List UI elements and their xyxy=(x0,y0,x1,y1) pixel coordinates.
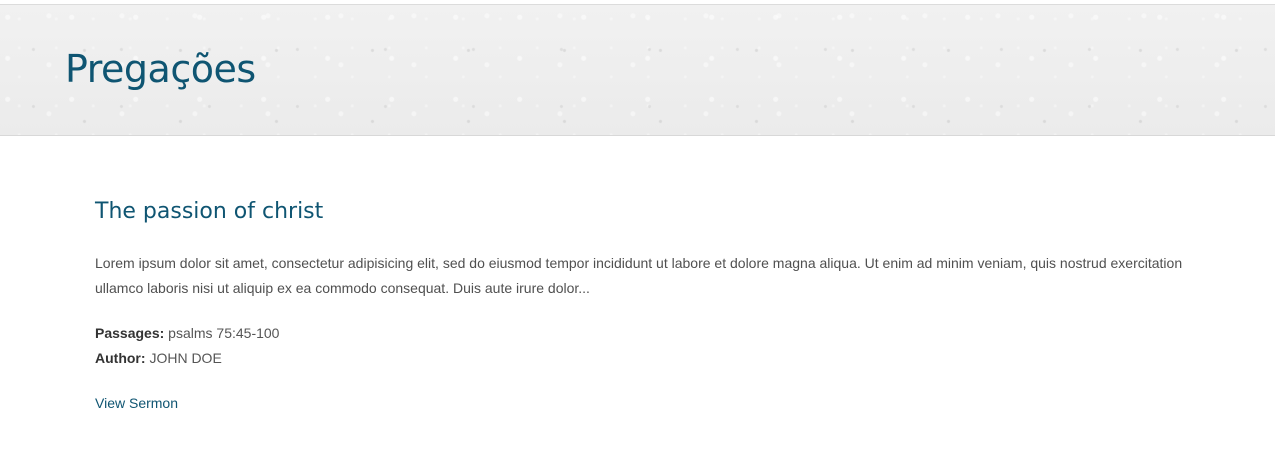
page-header: Pregações xyxy=(0,4,1275,136)
sermon-excerpt: Lorem ipsum dolor sit amet, consectetur … xyxy=(95,255,1183,296)
passages-row: Passages: psalms 75:45-100 xyxy=(95,321,1225,346)
passages-value: psalms 75:45-100 xyxy=(168,325,280,341)
page-title: Pregações xyxy=(65,47,256,91)
author-label: Author: xyxy=(95,350,146,366)
sermon-meta: Passages: psalms 75:45-100 Author: JOHN … xyxy=(95,321,1225,371)
sermon-title: The passion of christ xyxy=(95,199,324,224)
view-sermon-link[interactable]: View Sermon xyxy=(95,391,178,416)
author-value: JOHN DOE xyxy=(149,350,222,366)
sermon-item: The passion of christ Lorem ipsum dolor … xyxy=(95,196,1225,416)
passages-label: Passages: xyxy=(95,325,165,341)
author-row: Author: JOHN DOE xyxy=(95,346,1225,371)
